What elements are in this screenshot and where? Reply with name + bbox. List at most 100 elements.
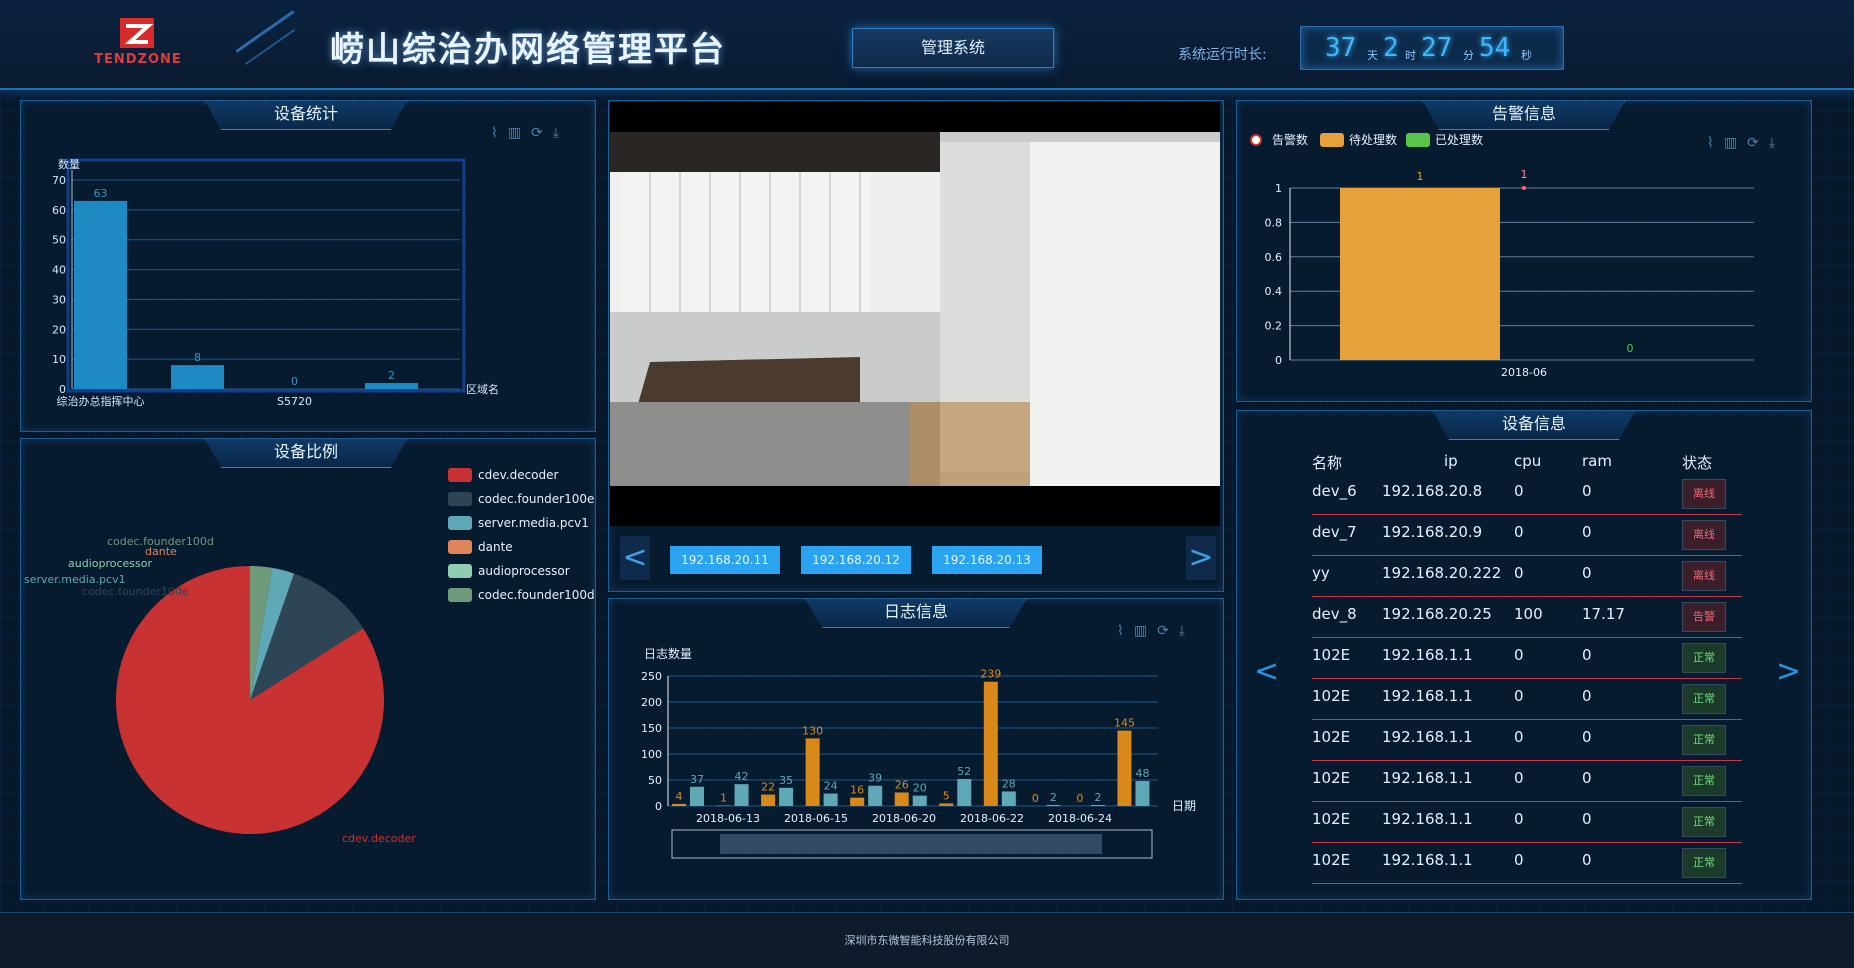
y-tick-label: 40 [52,264,66,277]
legend-swatch [448,588,472,602]
device-ip-cell: 192.168.1.1 [1382,769,1473,787]
legend-label: server.media.pcv1 [478,516,589,530]
x-axis-label: 区域名 [466,382,499,396]
bar-value-label: 26 [895,778,909,791]
legend-label: dante [478,540,513,554]
device-table-row[interactable]: dev_7 192.168.20.9 0 0 离线 [1312,517,1742,556]
y-tick-label: 50 [648,774,662,787]
device-name-cell: 102E [1312,646,1351,664]
device-status-badge: 正常 [1682,725,1726,755]
col-header-status: 状态 [1682,454,1713,472]
device-ram-cell: 0 [1582,564,1592,582]
device-table-row[interactable]: 102E 192.168.1.1 0 0 正常 [1312,640,1742,679]
bar-value-label: 130 [802,724,823,737]
uptime-label: 系统运行时长: [1178,47,1267,63]
device-ram-cell: 0 [1582,851,1592,869]
device-table-row[interactable]: 102E 192.168.1.1 0 0 正常 [1312,804,1742,843]
legend-label: codec.founder100d [478,588,594,602]
camera-next-button[interactable]: > [1186,536,1216,580]
legend-label: cdev.decoder [478,468,559,482]
bar-value-label: 48 [1135,767,1149,780]
bar [1046,804,1061,806]
device-name-cell: 102E [1312,728,1351,746]
x-tick-label: 2018-06 [1501,366,1547,379]
bar [850,797,865,806]
y-tick-label: 20 [52,323,66,336]
slice-label: cdev.decoder [342,832,416,845]
device-status-badge: 告警 [1682,602,1726,632]
slice-label: server.media.pcv1 [24,573,126,586]
device-name-cell: dev_8 [1312,605,1357,623]
device-name-cell: 102E [1312,769,1351,787]
management-system-button[interactable]: 管理系统 [852,28,1054,68]
device-name-cell: 102E [1312,851,1351,869]
device-name-cell: 102E [1312,687,1351,705]
bar-value-label: 5 [943,789,950,802]
y-tick-label: 0 [1275,354,1282,367]
device-ip-cell: 192.168.20.8 [1382,482,1483,500]
legend-swatch [1320,133,1344,147]
bar-value-label: 52 [957,765,971,778]
device-ratio-chart: cdev.decodercodec.founder100eserver.medi… [24,468,594,845]
y-tick-label: 250 [641,670,662,683]
camera-prev-button[interactable]: < [620,536,650,580]
bar [734,784,749,806]
x-tick-label: 2018-06-15 [784,812,848,825]
device-ram-cell: 0 [1582,646,1592,664]
bar-value-label: 39 [868,772,882,785]
device-table-row[interactable]: 102E 192.168.1.1 0 0 正常 [1312,681,1742,720]
bar-value-label: 239 [980,668,1001,681]
device-table-row[interactable]: 102E 192.168.1.1 0 0 正常 [1312,763,1742,802]
bar-value-label: 0 [291,375,298,388]
panel-title: 设备信息 [1433,411,1635,440]
bar [690,786,704,806]
device-stats-chart: 010203040506070数量区域名63综治办总指挥中心80S57202 [52,158,499,408]
device-prev-icon[interactable]: < [1254,654,1279,689]
device-ip-cell: 192.168.1.1 [1382,851,1473,869]
device-cpu-cell: 0 [1514,564,1524,582]
bar [672,803,686,806]
log-info-chart: 050100150200250日志数量日期437142223513024 1639… [641,646,1196,859]
device-ram-cell: 0 [1582,810,1592,828]
camera-ip-button[interactable]: 192.168.20.13 [932,546,1042,574]
col-header-cpu: cpu [1514,452,1542,470]
device-cpu-cell: 0 [1514,687,1524,705]
uptime-seconds: 54 [1479,33,1511,63]
x-tick-label: 2018-06-24 [1048,812,1112,825]
bar-value-label: 0 [1032,792,1039,805]
slice-label: audioprocessor [68,557,152,570]
bar [779,787,794,806]
alarm-point [1522,186,1526,190]
device-table-header: 名称 ip cpu ram 状态 [1312,452,1742,476]
camera-ip-button[interactable]: 192.168.20.11 [670,546,780,574]
logo-text: TENDZONE [94,52,182,67]
legend-label: audioprocessor [478,564,570,578]
datazoom-range [720,834,1102,854]
y-tick-label: 70 [52,174,66,187]
camera-feed[interactable] [610,102,1220,526]
device-name-cell: 102E [1312,810,1351,828]
bar-value-label: 0 [1627,342,1634,355]
device-table-row[interactable]: yy 192.168.20.222 0 0 离线 [1312,558,1742,597]
camera-ip-button[interactable]: 192.168.20.12 [801,546,911,574]
device-ram-cell: 0 [1582,769,1592,787]
device-name-cell: yy [1312,564,1330,582]
bar [823,793,838,806]
device-table-row[interactable]: 102E 192.168.1.1 0 0 正常 [1312,845,1742,884]
device-table-row[interactable]: dev_6 192.168.20.8 0 0 离线 [1312,476,1742,515]
bar-value-label: 28 [1002,777,1016,790]
bar [1090,804,1105,806]
uptime-days-unit: 天 [1367,49,1378,62]
y-tick-label: 50 [52,234,66,247]
device-next-icon[interactable]: > [1776,654,1801,689]
device-table-row[interactable]: dev_8 192.168.20.25 100 17.17 告警 [1312,599,1742,638]
y-axis-label: 日志数量 [644,646,692,661]
device-ram-cell: 0 [1582,687,1592,705]
bar-value-label: 145 [1114,717,1135,730]
device-ram-cell: 0 [1582,523,1592,541]
uptime-days: 37 [1325,33,1357,63]
device-status-badge: 正常 [1682,766,1726,796]
bar [365,383,418,389]
device-table-row[interactable]: 102E 192.168.1.1 0 0 正常 [1312,722,1742,761]
device-cpu-cell: 100 [1514,605,1543,623]
